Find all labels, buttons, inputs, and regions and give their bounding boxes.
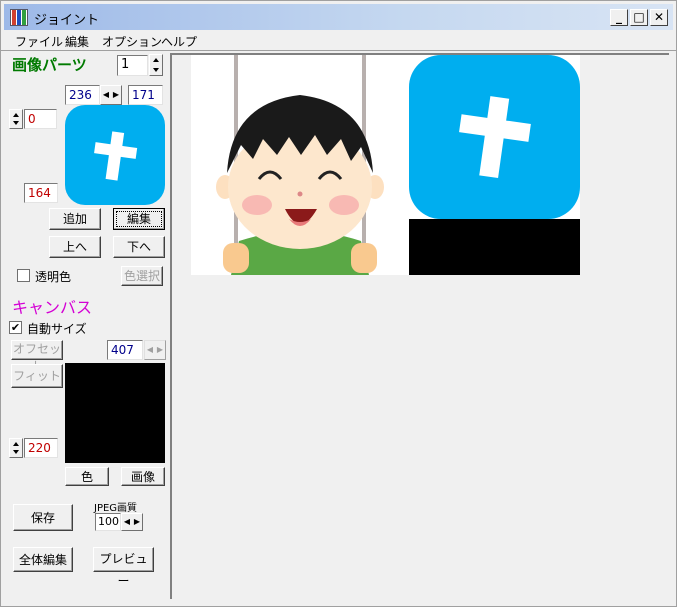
save-button[interactable]: 保存 — [13, 504, 73, 531]
fit-button[interactable]: フィット — [11, 364, 63, 388]
preview-button[interactable]: プレビュー — [93, 547, 154, 588]
transparent-label: 透明色 — [35, 270, 72, 284]
menu-edit[interactable]: 編集 — [65, 33, 89, 50]
add-part-button[interactable]: 追加 — [49, 208, 101, 230]
move-down-button[interactable]: 下へ — [113, 236, 165, 258]
canvas-width-field[interactable]: 407 — [107, 340, 143, 360]
arrow-right-icon[interactable]: ▶ — [155, 341, 165, 359]
arrow-left-icon[interactable]: ◀ — [101, 86, 111, 104]
parts-heading: 画像パーツ — [12, 56, 87, 74]
jpeg-quality-field[interactable]: 100 — [95, 513, 121, 531]
full-edit-button[interactable]: 全体編集 — [13, 547, 73, 572]
canvas-height-spinner[interactable] — [9, 438, 23, 458]
boy-on-swing-illustration — [191, 55, 409, 275]
preview-cross-icon — [409, 55, 580, 275]
close-button[interactable]: ✕ — [650, 9, 668, 26]
canvas-image-button[interactable]: 画像 — [121, 467, 165, 486]
app-icon — [10, 9, 28, 26]
window-title: ジョイント — [34, 13, 100, 28]
arrow-left-icon[interactable]: ◀ — [145, 341, 155, 359]
arrow-right-icon[interactable]: ▶ — [132, 514, 142, 530]
part-y-field[interactable]: 171 — [128, 85, 163, 105]
menu-file[interactable]: ファイル — [15, 33, 63, 50]
part-thumbnail-cross-icon — [65, 105, 165, 205]
jpeg-quality-label: JPEG画質 — [94, 503, 138, 514]
offset-button[interactable]: オフセット — [11, 340, 63, 373]
part-index-field[interactable]: 1 — [117, 55, 148, 76]
canvas-width-spinner[interactable]: ◀ ▶ — [144, 340, 166, 360]
app-window: ジョイント _ □ ✕ ファイル 編集 オプション ヘルプ 画像パーツ 1 23… — [0, 0, 677, 607]
jpeg-quality-spinner[interactable]: ◀ ▶ — [121, 513, 143, 531]
menu-divider — [1, 50, 677, 51]
part-index-spinner[interactable] — [149, 54, 163, 76]
color-select-button[interactable]: 色選択 — [121, 266, 163, 286]
title-bar[interactable]: ジョイント _ □ ✕ — [4, 4, 673, 30]
autosize-label: 自動サイズ — [27, 322, 87, 336]
maximize-button[interactable]: □ — [630, 9, 648, 26]
menu-options[interactable]: オプション — [102, 33, 162, 50]
preview-canvas-area[interactable] — [170, 53, 669, 599]
arrow-left-icon[interactable]: ◀ — [122, 514, 132, 530]
canvas-heading: キャンバス — [12, 298, 93, 317]
arrow-right-icon[interactable]: ▶ — [111, 86, 121, 104]
menu-bar: ファイル 編集 オプション ヘルプ — [4, 31, 673, 51]
move-up-button[interactable]: 上へ — [49, 236, 101, 258]
part-x-field[interactable]: 236 — [65, 85, 100, 105]
minimize-button[interactable]: _ — [610, 9, 628, 26]
menu-help[interactable]: ヘルプ — [161, 33, 197, 50]
transparent-checkbox[interactable] — [17, 269, 30, 282]
edit-part-button[interactable]: 編集 — [113, 208, 165, 230]
autosize-checkbox[interactable]: ✔ — [9, 321, 22, 334]
part-x-spinner[interactable]: ◀ ▶ — [100, 85, 122, 105]
part-offset-field[interactable]: 0 — [24, 109, 57, 129]
part-offset-spinner[interactable] — [9, 109, 23, 129]
canvas-color-button[interactable]: 色 — [65, 467, 109, 486]
canvas-thumbnail — [65, 363, 165, 463]
part-height-field[interactable]: 164 — [24, 183, 58, 203]
canvas-height-field[interactable]: 220 — [24, 438, 58, 458]
